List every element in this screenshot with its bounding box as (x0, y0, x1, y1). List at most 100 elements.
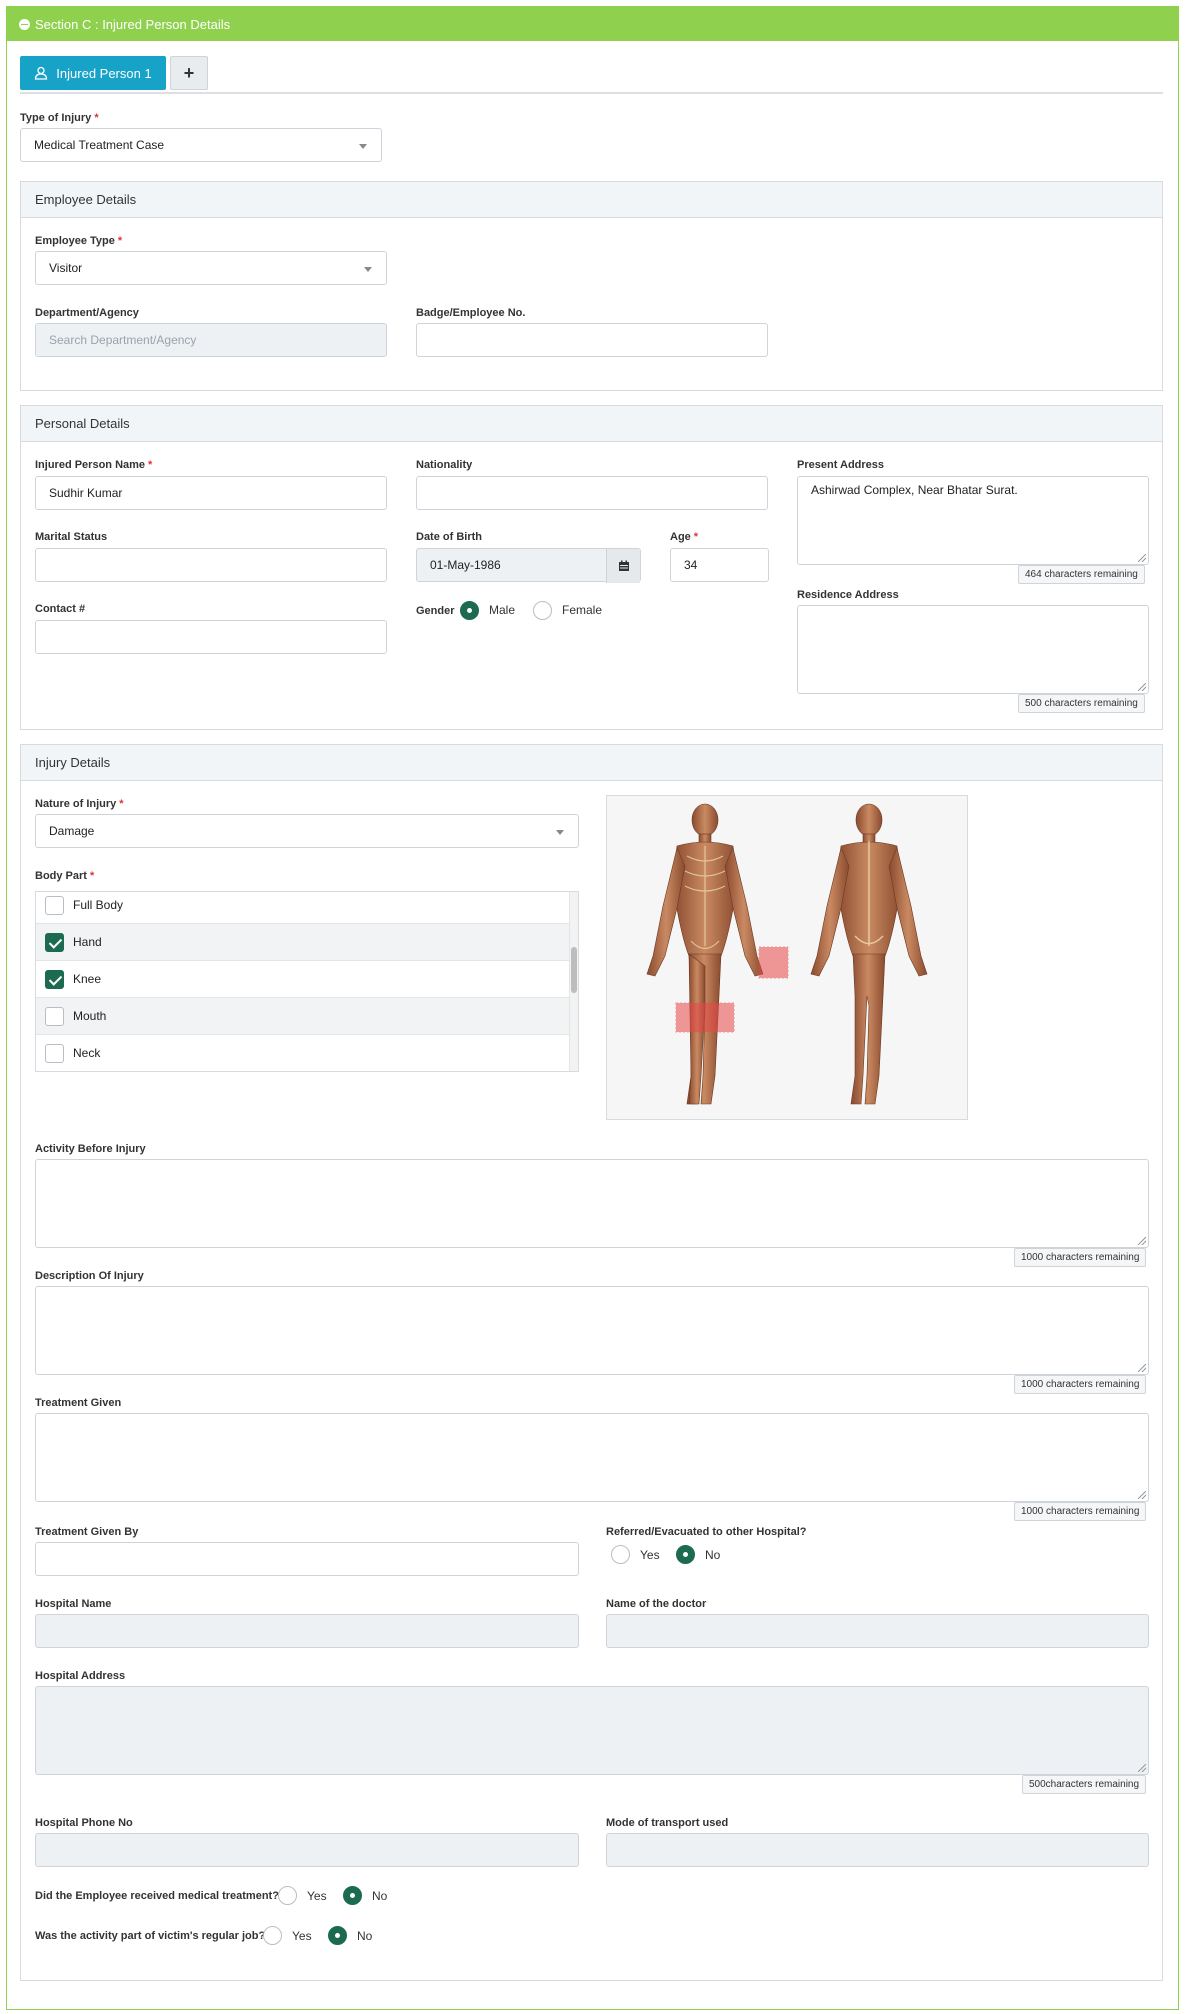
transport-input[interactable] (606, 1833, 1149, 1867)
list-item[interactable]: Hand (36, 924, 570, 961)
department-placeholder: Search Department/Agency (49, 333, 197, 347)
referred-no-label: No (705, 1548, 721, 1562)
body-part-list[interactable]: Full Body Hand Knee Mouth Neck (35, 891, 579, 1072)
resize-handle[interactable] (1138, 1237, 1146, 1245)
list-item[interactable]: Knee (36, 961, 570, 998)
hand-highlight[interactable] (758, 946, 789, 979)
gender-label: Gender (416, 605, 455, 617)
regular-job-label: Was the activity part of victim's regula… (35, 1930, 266, 1942)
hospital-address-textarea[interactable] (35, 1686, 1149, 1775)
referred-label: Referred/Evacuated to other Hospital? (606, 1526, 807, 1538)
knee-highlight[interactable] (675, 1002, 735, 1033)
gender-female-label: Female (562, 603, 603, 617)
list-item-label: Neck (73, 1046, 101, 1060)
received-treatment-yes-radio[interactable] (278, 1886, 297, 1905)
resize-handle[interactable] (1138, 1764, 1146, 1772)
employee-details-panel: Employee Details (20, 181, 1163, 391)
badge-label: Badge/Employee No. (416, 307, 526, 319)
contact-input[interactable] (35, 620, 387, 654)
activity-counter: 1000 characters remaining (1014, 1248, 1147, 1267)
hospital-phone-input[interactable] (35, 1833, 579, 1867)
tab-label: Injured Person 1 (56, 65, 152, 81)
list-item[interactable]: Neck (36, 1035, 570, 1071)
add-person-button[interactable]: + (170, 56, 208, 90)
resize-handle[interactable] (1138, 683, 1146, 691)
residence-address-textarea[interactable] (797, 605, 1149, 694)
dob-label: Date of Birth (416, 531, 482, 543)
activity-before-injury-textarea[interactable] (35, 1159, 1149, 1248)
checkbox-neck[interactable] (45, 1043, 64, 1063)
description-label: Description Of Injury (35, 1270, 144, 1282)
badge-input[interactable] (416, 323, 768, 357)
regular-job-yes-radio[interactable] (263, 1926, 282, 1945)
scrollbar[interactable] (569, 892, 578, 1071)
nature-of-injury-label: Nature of Injury * (35, 798, 124, 810)
received-treatment-no-radio[interactable] (343, 1886, 362, 1905)
employee-type-value: Visitor (49, 261, 83, 275)
employee-type-label: Employee Type * (35, 235, 123, 247)
hospital-name-input[interactable] (35, 1614, 579, 1648)
checkbox-hand[interactable] (45, 932, 64, 952)
hospital-address-counter: 500characters remaining (1022, 1775, 1147, 1794)
treatment-given-by-input[interactable] (35, 1542, 579, 1576)
list-item-label: Full Body (73, 898, 124, 912)
contact-label: Contact # (35, 603, 86, 615)
user-icon (35, 66, 48, 80)
regular-job-no-radio[interactable] (328, 1926, 347, 1945)
marital-status-input[interactable] (35, 548, 387, 582)
resize-handle[interactable] (1138, 554, 1146, 562)
panel-title: Employee Details (21, 182, 1162, 218)
present-address-textarea[interactable]: Ashirwad Complex, Near Bhatar Surat. (797, 476, 1149, 565)
present-address-label: Present Address (797, 459, 885, 471)
referred-yes-label: Yes (640, 1548, 660, 1562)
checkbox-mouth[interactable] (45, 1006, 64, 1026)
resize-handle[interactable] (1138, 1364, 1146, 1372)
dob-input[interactable]: 01-May-1986 (416, 548, 641, 583)
tab-injured-person-1[interactable]: Injured Person 1 (20, 56, 166, 90)
body-part-label: Body Part * (35, 870, 95, 882)
type-of-injury-select[interactable]: Medical Treatment Case (20, 128, 382, 162)
dob-value: 01-May-1986 (430, 558, 501, 572)
referred-yes-radio[interactable] (611, 1545, 630, 1564)
gender-male-radio[interactable] (460, 601, 479, 620)
employee-type-select[interactable]: Visitor (35, 251, 387, 285)
scroll-thumb[interactable] (571, 947, 577, 993)
department-search-input[interactable]: Search Department/Agency (35, 323, 387, 357)
chevron-down-icon (359, 144, 367, 149)
collapse-icon[interactable] (19, 18, 30, 30)
nationality-label: Nationality (416, 459, 473, 471)
gender-female-radio[interactable] (533, 601, 552, 620)
resize-handle[interactable] (1138, 1491, 1146, 1499)
age-input[interactable]: 34 (670, 548, 769, 582)
hospital-address-label: Hospital Address (35, 1670, 126, 1682)
body-diagram-image[interactable] (606, 795, 968, 1120)
type-of-injury-value: Medical Treatment Case (34, 138, 165, 152)
nationality-input[interactable] (416, 476, 768, 510)
panel-title: Personal Details (21, 406, 1162, 442)
doctor-name-input[interactable] (606, 1614, 1149, 1648)
tab-divider (20, 92, 1163, 94)
list-item[interactable]: Full Body (36, 892, 570, 924)
hospital-name-label: Hospital Name (35, 1598, 112, 1610)
regular-job-yes-label: Yes (292, 1929, 312, 1943)
description-textarea[interactable] (35, 1286, 1149, 1375)
hospital-phone-label: Hospital Phone No (35, 1817, 133, 1829)
checkbox-full-body[interactable] (45, 895, 64, 915)
received-treatment-yes-label: Yes (307, 1889, 327, 1903)
referred-no-radio[interactable] (676, 1545, 695, 1564)
nature-of-injury-select[interactable]: Damage (35, 814, 579, 848)
injured-person-name-input[interactable]: Sudhir Kumar (35, 476, 387, 510)
panel-title: Injury Details (21, 745, 1162, 781)
section-header[interactable]: Section C : Injured Person Details (7, 7, 1178, 41)
treatment-given-textarea[interactable] (35, 1413, 1149, 1502)
chevron-down-icon (556, 830, 564, 835)
name-value: Sudhir Kumar (49, 486, 123, 500)
injured-person-name-label: Injured Person Name * (35, 459, 153, 471)
received-treatment-no-label: No (372, 1889, 388, 1903)
department-label: Department/Agency (35, 307, 139, 319)
list-item[interactable]: Mouth (36, 998, 570, 1035)
checkbox-knee[interactable] (45, 969, 64, 989)
list-item-label: Knee (73, 972, 102, 986)
section-title: Section C : Injured Person Details (35, 16, 231, 32)
calendar-icon[interactable] (606, 549, 640, 583)
